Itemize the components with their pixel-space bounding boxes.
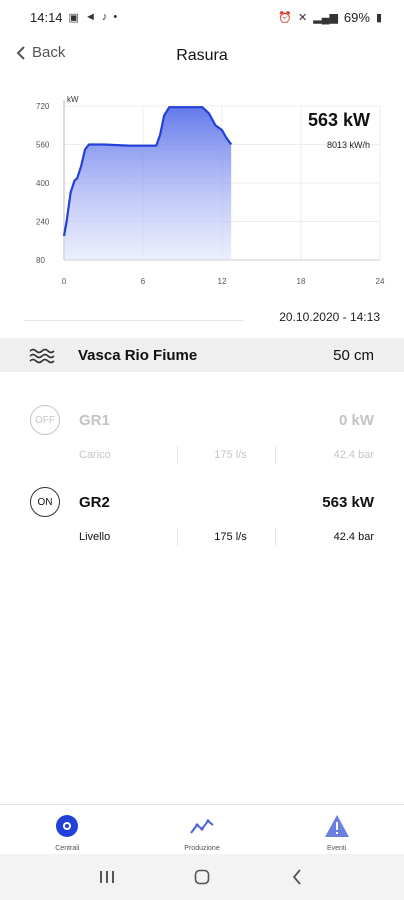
y-tick-label: 720 [36, 102, 50, 111]
unit-flow: 175 l/s [178, 446, 276, 464]
unit-name: GR2 [79, 493, 110, 511]
unit-header: OFF GR1 0 kW [0, 400, 404, 440]
series-area [64, 107, 232, 260]
nav-item-centrali[interactable]: Centrali [0, 805, 135, 854]
energy-rate: 8013 kW/h [326, 140, 370, 150]
y-unit-label: kW [67, 95, 79, 104]
home-icon [194, 869, 210, 885]
recent-apps-button[interactable] [92, 865, 122, 889]
status-right: ⏰ ✕ ▂▄▆ 69% ▮ [278, 10, 382, 25]
unit-pressure: 42.4 bar [333, 531, 374, 543]
basin-name: Vasca Rio Fiume [78, 346, 198, 364]
page-title: Rasura [176, 47, 228, 64]
timestamp-divider [24, 320, 244, 321]
unit-pressure: 42.4 bar [333, 449, 374, 461]
warning-icon [324, 815, 349, 837]
home-button[interactable] [187, 865, 217, 889]
nav-label: Eventi [326, 845, 347, 852]
nav-item-eventi[interactable]: Eventi [269, 805, 404, 854]
waves-icon [29, 348, 55, 364]
telegram-icon: ◄ [84, 11, 96, 23]
unit-power: 563 kW [322, 493, 374, 511]
current-power: 563 kW [307, 110, 370, 130]
unit-gr1[interactable]: OFF GR1 0 kW Carico 175 l/s 42.4 bar [0, 400, 404, 480]
nav-item-produzione[interactable]: Produzione [135, 805, 270, 854]
nav-label: Centrali [55, 845, 80, 852]
off-status-icon[interactable]: OFF [30, 405, 60, 435]
basin-level: 50 cm [333, 346, 374, 364]
unit-detail-label: Livello [0, 528, 178, 546]
y-tick-label: 560 [36, 141, 50, 150]
x-tick-label: 12 [218, 277, 227, 286]
status-left: 14:14 ▣ ◄ ♪ • [30, 10, 117, 25]
back-label: Back [32, 44, 66, 61]
nav-label: Produzione [184, 845, 220, 852]
x-tick-label: 24 [376, 277, 385, 286]
gallery-icon: ▣ [68, 11, 79, 24]
chevron-left-icon [292, 869, 301, 885]
mute-icon: ✕ [297, 11, 308, 24]
unit-name: GR1 [79, 411, 110, 429]
app-header: Back Rasura [0, 34, 404, 78]
x-tick-label: 6 [141, 277, 146, 286]
timestamp: 20.10.2020 - 14:13 [279, 310, 380, 324]
status-bar: 14:14 ▣ ◄ ♪ • ⏰ ✕ ▂▄▆ 69% ▮ [0, 0, 404, 34]
system-back-button[interactable] [282, 865, 312, 889]
battery-icon: ▮ [375, 11, 382, 24]
chart-area [62, 106, 233, 260]
system-nav [0, 854, 404, 900]
tiktok-icon: ♪ [101, 11, 108, 23]
basin-row[interactable]: Vasca Rio Fiume 50 cm [0, 338, 404, 372]
status-time: 14:14 [30, 9, 63, 25]
y-tick-label: 240 [36, 218, 50, 227]
y-tick-label: 400 [36, 179, 50, 188]
x-tick-label: 0 [62, 277, 67, 286]
power-plant-icon [56, 815, 79, 837]
bottom-nav: Centrali Produzione Eventi [0, 804, 404, 854]
on-status-icon[interactable]: ON [30, 487, 60, 517]
battery-level: 69% [343, 9, 370, 25]
unit-power: 0 kW [338, 411, 374, 429]
dot-icon: • [113, 11, 118, 23]
alarm-icon: ⏰ [278, 11, 292, 24]
trend-icon [190, 819, 214, 834]
signal-icon: ▂▄▆ [313, 11, 338, 24]
unit-detail-label: Carico [0, 446, 178, 464]
unit-gr2[interactable]: ON GR2 563 kW Livello 175 l/s 42.4 bar [0, 482, 404, 562]
power-chart: 80 240 400 560 720 0 6 12 18 24 kW 563 kW 8013 kW/… [0, 84, 404, 304]
y-tick-label: 80 [36, 256, 45, 265]
back-button[interactable]: Back [16, 44, 65, 61]
chevron-left-icon [16, 45, 25, 60]
recent-apps-icon [100, 871, 115, 883]
unit-details: Livello 175 l/s 42.4 bar [0, 522, 404, 552]
unit-header: ON GR2 563 kW [0, 482, 404, 522]
unit-details: Carico 175 l/s 42.4 bar [0, 440, 404, 470]
unit-flow: 175 l/s [178, 528, 276, 546]
x-tick-label: 18 [297, 277, 306, 286]
